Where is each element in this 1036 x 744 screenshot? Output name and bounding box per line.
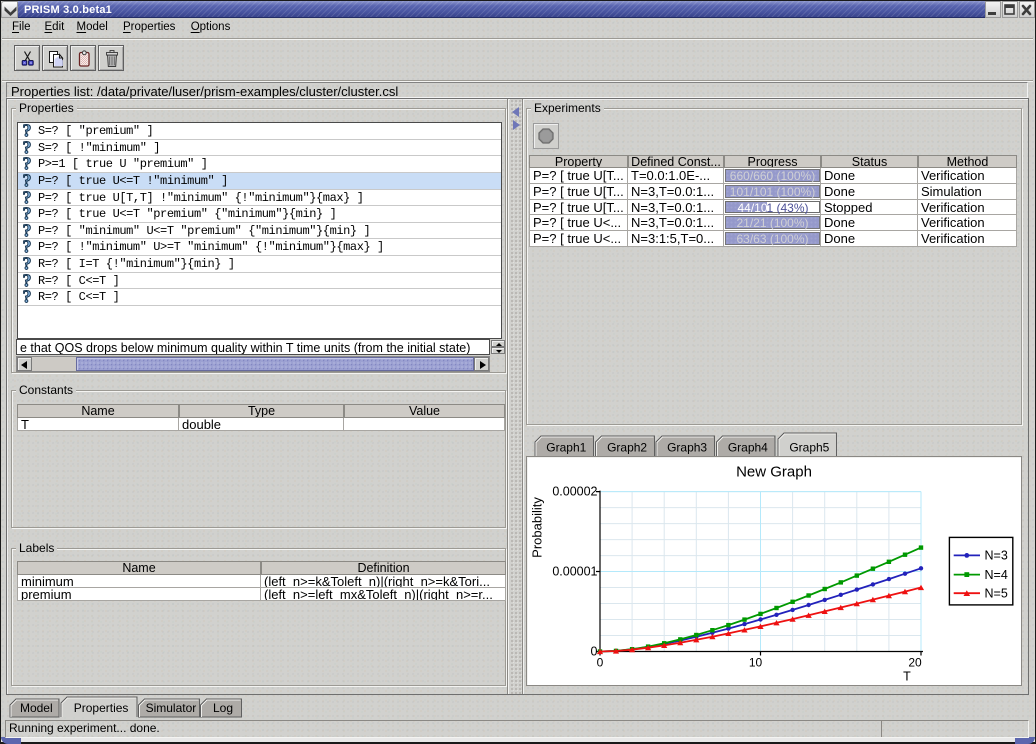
svg-text:?: ? (22, 223, 31, 239)
svg-text:Probability: Probability (530, 497, 545, 558)
svg-text:Graph4: Graph4 (728, 441, 768, 455)
svg-text:0.00001: 0.00001 (552, 565, 597, 579)
svg-text:10: 10 (749, 656, 763, 670)
svg-text:?: ? (22, 123, 31, 139)
svg-text:Graph1: Graph1 (546, 441, 586, 455)
svg-text:?: ? (22, 206, 31, 222)
svg-text:N=4: N=4 (985, 568, 1008, 582)
svg-text:0: 0 (597, 656, 604, 670)
svg-text:20: 20 (908, 656, 922, 670)
svg-text:?: ? (22, 273, 31, 289)
svg-text:?: ? (22, 173, 31, 189)
svg-text:?: ? (22, 289, 31, 305)
svg-text:?: ? (22, 156, 31, 172)
svg-text:N=3: N=3 (985, 549, 1008, 563)
svg-text:T: T (903, 670, 911, 684)
svg-text:Properties: Properties (74, 701, 129, 715)
svg-text:N=5: N=5 (985, 586, 1008, 600)
svg-text:?: ? (22, 256, 31, 272)
svg-text:?: ? (22, 190, 31, 206)
svg-text:Model: Model (20, 701, 53, 715)
svg-text:?: ? (22, 140, 31, 156)
svg-text:Log: Log (213, 701, 233, 715)
svg-text:Graph2: Graph2 (607, 441, 647, 455)
svg-text:?: ? (22, 239, 31, 255)
svg-text:Graph3: Graph3 (667, 441, 707, 455)
svg-text:0.00002: 0.00002 (552, 485, 597, 499)
svg-text:Simulator: Simulator (146, 701, 197, 715)
svg-text:Graph5: Graph5 (789, 441, 829, 455)
svg-text:New Graph: New Graph (736, 464, 812, 481)
